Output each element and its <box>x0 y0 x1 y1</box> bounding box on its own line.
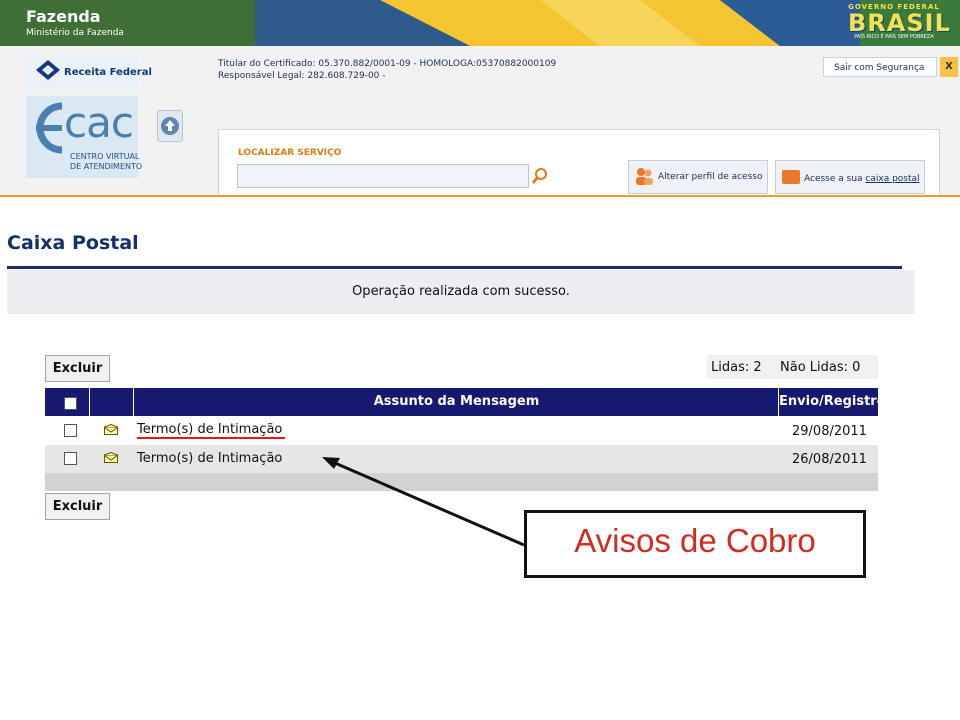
annotation-callout-text: Avisos de Cobro <box>574 522 816 559</box>
annotation-arrow <box>322 457 525 547</box>
